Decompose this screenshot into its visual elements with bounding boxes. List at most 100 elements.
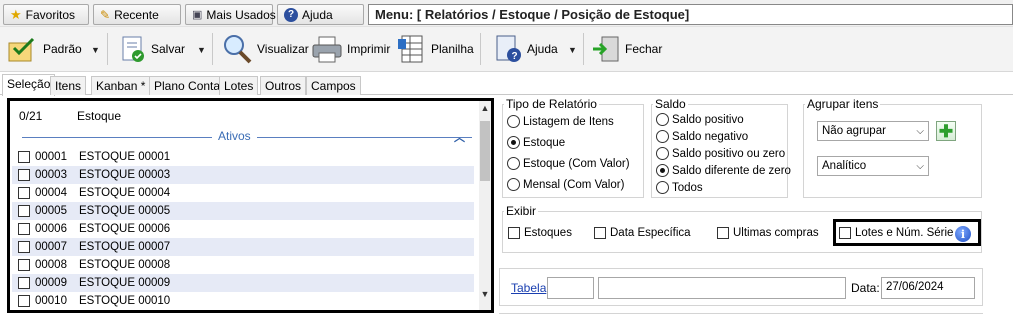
- ajuda-quick-button[interactable]: ? Ajuda: [277, 4, 364, 25]
- padrao-dropdown-icon[interactable]: ▼: [91, 45, 100, 55]
- list-item[interactable]: 00006 ESTOQUE 00006: [12, 220, 474, 238]
- selection-count: 0/21: [19, 109, 43, 123]
- row-checkbox[interactable]: [18, 277, 30, 289]
- check-data-especifica[interactable]: Data Específica: [594, 227, 691, 239]
- row-checkbox[interactable]: [18, 205, 30, 217]
- scroll-thumb[interactable]: [480, 121, 490, 181]
- estoque-column-header: Estoque: [77, 109, 122, 123]
- tab-kanban[interactable]: Kanban *: [91, 76, 151, 95]
- quick-access-bar: ★ Favoritos ✎ Recente ▣ Mais Usados ? Aj…: [0, 0, 1013, 27]
- agrupar-select[interactable]: Não agrupar ⌵: [817, 121, 929, 141]
- tab-strip: Seleção Itens Kanban * Plano Conta Lotes…: [0, 74, 1013, 96]
- radio-saldo-diferente-zero[interactable]: Saldo diferente de zero: [656, 164, 791, 177]
- list-item[interactable]: 00003 ESTOQUE 00003: [12, 166, 474, 184]
- radio-button[interactable]: [656, 164, 669, 177]
- ajuda-dropdown-icon[interactable]: ▼: [568, 45, 577, 55]
- tabela-link[interactable]: Tabela: [511, 281, 546, 295]
- checkbox[interactable]: [839, 227, 851, 239]
- check-estoques[interactable]: Estoques: [508, 227, 572, 239]
- row-checkbox[interactable]: [18, 241, 30, 253]
- radio-label: Saldo diferente de zero: [672, 164, 791, 177]
- list-item[interactable]: 00008 ESTOQUE 00008: [12, 256, 474, 274]
- row-checkbox[interactable]: [18, 187, 30, 199]
- list-item[interactable]: 00010 ESTOQUE 00010: [12, 292, 474, 310]
- padrao-label: Padrão: [43, 42, 82, 56]
- checkbox[interactable]: [508, 227, 520, 239]
- visualizar-button[interactable]: Visualizar: [220, 31, 309, 67]
- ajuda-button[interactable]: ? Ajuda: [492, 31, 558, 67]
- list-item[interactable]: 00001 ESTOQUE 00001: [12, 148, 474, 166]
- check-ultimas-compras[interactable]: Ultimas compras: [717, 227, 819, 239]
- radio-button[interactable]: [656, 181, 669, 194]
- tab-outros[interactable]: Outros: [260, 76, 307, 95]
- data-input[interactable]: 27/06/2024: [881, 277, 975, 299]
- radio-estoque[interactable]: Estoque: [507, 136, 565, 149]
- radio-saldo-negativo[interactable]: Saldo negativo: [656, 130, 748, 143]
- tabela-code-input[interactable]: [547, 277, 594, 299]
- tipo-relatorio-legend: Tipo de Relatório: [504, 97, 599, 111]
- salvar-label: Salvar: [151, 42, 186, 56]
- salvar-dropdown-icon[interactable]: ▼: [197, 45, 206, 55]
- radio-button[interactable]: [656, 113, 669, 126]
- radio-label: Mensal (Com Valor): [523, 178, 625, 191]
- favoritos-button[interactable]: ★ Favoritos: [3, 4, 89, 25]
- list-item[interactable]: 00007 ESTOQUE 00007: [12, 238, 474, 256]
- recente-button[interactable]: ✎ Recente: [93, 4, 181, 25]
- padrao-button[interactable]: Padrão: [6, 31, 82, 67]
- row-checkbox[interactable]: [18, 259, 30, 271]
- fechar-button[interactable]: Fechar: [590, 31, 662, 67]
- radio-listagem-itens[interactable]: Listagem de Itens: [507, 115, 614, 128]
- row-code: 00007: [35, 241, 67, 253]
- list-scrollbar[interactable]: ▲ ▼: [479, 101, 491, 310]
- radio-button[interactable]: [656, 147, 669, 160]
- radio-estoque-com-valor[interactable]: Estoque (Com Valor): [507, 157, 630, 170]
- list-item[interactable]: 00004 ESTOQUE 00004: [12, 184, 474, 202]
- radio-label: Estoque (Com Valor): [523, 157, 630, 170]
- modo-select[interactable]: Analítico ⌵: [817, 156, 929, 176]
- mais-usados-button[interactable]: ▣ Mais Usados: [185, 4, 276, 25]
- mais-usados-label: Mais Usados: [206, 7, 276, 22]
- list-item[interactable]: 00009 ESTOQUE 00009: [12, 274, 474, 292]
- tab-selecao[interactable]: Seleção: [2, 74, 56, 96]
- row-name: ESTOQUE 00008: [79, 259, 171, 271]
- row-checkbox[interactable]: [18, 223, 30, 235]
- salvar-button[interactable]: Salvar: [118, 31, 185, 67]
- collapse-group-icon[interactable]: ︿: [454, 129, 465, 145]
- row-checkbox[interactable]: [18, 295, 30, 307]
- radio-button[interactable]: [507, 178, 520, 191]
- list-item[interactable]: 00005 ESTOQUE 00005: [12, 202, 474, 220]
- radio-saldo-positivo-ou-zero[interactable]: Saldo positivo ou zero: [656, 147, 785, 160]
- toolbar-separator: [212, 33, 213, 65]
- row-name: ESTOQUE 00009: [79, 277, 171, 289]
- radio-todos[interactable]: Todos: [656, 181, 703, 194]
- tab-plano-conta[interactable]: Plano Conta: [149, 76, 226, 95]
- radio-mensal-com-valor[interactable]: Mensal (Com Valor): [507, 178, 624, 191]
- tab-campos[interactable]: Campos: [306, 76, 361, 95]
- add-group-button[interactable]: ✚: [936, 121, 956, 141]
- radio-label: Saldo negativo: [672, 130, 749, 143]
- checkbox[interactable]: [594, 227, 606, 239]
- data-label: Data:: [851, 281, 880, 295]
- radio-saldo-positivo[interactable]: Saldo positivo: [656, 113, 744, 126]
- radio-button[interactable]: [656, 130, 669, 143]
- imprimir-button[interactable]: Imprimir: [310, 31, 390, 67]
- check-lotes-num-serie[interactable]: Lotes e Núm. Série: [839, 227, 953, 239]
- tab-itens[interactable]: Itens: [50, 76, 87, 95]
- row-code: 00005: [35, 205, 67, 217]
- scroll-up-icon[interactable]: ▲: [479, 103, 491, 113]
- agrupar-group: [803, 104, 982, 198]
- recente-label: Recente: [114, 7, 159, 22]
- radio-button[interactable]: [507, 136, 520, 149]
- planilha-button[interactable]: Planilha: [396, 31, 474, 67]
- tabela-description-input[interactable]: [598, 277, 846, 299]
- row-checkbox[interactable]: [18, 151, 30, 163]
- row-checkbox[interactable]: [18, 169, 30, 181]
- main-toolbar: Padrão ▼ Salvar ▼ Visualizar Imprimir Pl…: [0, 27, 1013, 72]
- tab-lotes[interactable]: Lotes: [219, 76, 259, 95]
- checkbox[interactable]: [717, 227, 729, 239]
- radio-button[interactable]: [507, 157, 520, 170]
- most-used-icon: ▣: [192, 9, 203, 21]
- info-icon[interactable]: i: [955, 226, 971, 242]
- scroll-down-icon[interactable]: ▼: [479, 289, 491, 299]
- radio-button[interactable]: [507, 115, 520, 128]
